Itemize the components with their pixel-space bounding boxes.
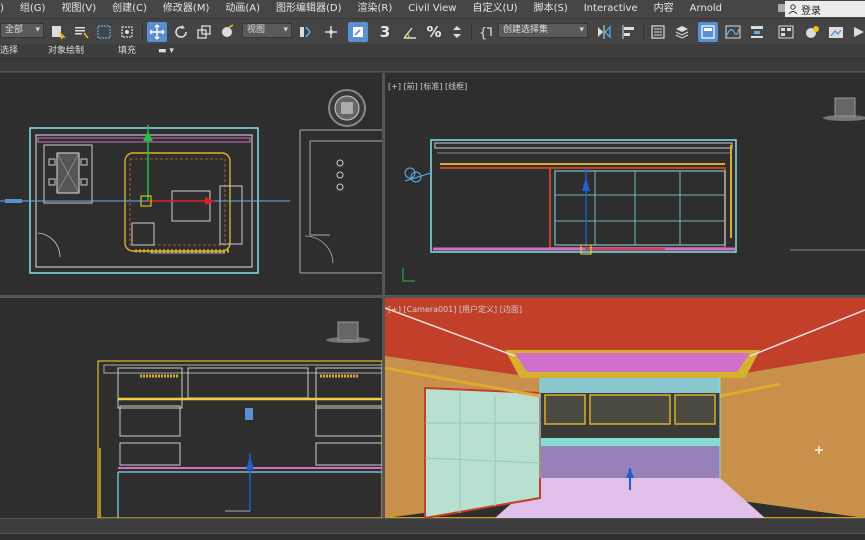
viewport-top[interactable] [0,73,382,295]
svg-text:{: { [479,26,487,40]
render-icon[interactable] [848,22,865,42]
ribbon-panel-strip [0,59,865,72]
curve-editor-icon[interactable] [723,22,743,42]
front-view-drawing [402,97,865,282]
top-view-drawing [0,89,382,274]
viewport-left[interactable] [0,298,382,518]
select-and-place-icon[interactable] [217,22,237,42]
angle-snap-icon[interactable] [400,22,420,42]
menu-scripting[interactable]: 脚本(S) [526,0,576,18]
select-object-icon[interactable] [48,22,68,42]
user-icon [788,4,798,14]
ribbon: 选择 对象绘制 填充 ▬ ▾ [0,44,865,59]
menu-views[interactable]: 视图(V) [53,0,104,18]
menu-fragment: ) [0,3,4,14]
snap-toggle-icon[interactable] [348,22,368,42]
left-view-drawing [97,321,382,518]
menu-animation[interactable]: 动画(A) [217,0,268,18]
edit-named-selection-icon[interactable]: { [476,22,496,42]
menu-modifiers[interactable]: 修改器(M) [155,0,217,18]
login-label: 登录 [801,5,821,17]
keyboard-shortcut-icon[interactable] [321,22,341,42]
select-by-name-icon[interactable] [71,22,91,42]
select-and-rotate-icon[interactable] [171,22,191,42]
spinner-snap-icon[interactable] [447,22,467,42]
menu-civil-view[interactable]: Civil View [400,0,464,18]
timeline-bar [0,518,865,540]
selection-filter-dropdown[interactable]: 全部 [0,23,44,38]
named-selection-dropdown[interactable]: 创建选择集 [498,23,588,38]
menu-group[interactable]: 组(G) [12,0,54,18]
window-crossing-icon[interactable] [117,22,137,42]
viewport-camera[interactable]: z [+] [Camera001] [用户定义] [边面] [385,298,865,518]
rect-selection-region-icon[interactable] [94,22,114,42]
snap-value[interactable]: 3 [375,22,395,42]
select-manipulate-icon[interactable] [296,22,316,42]
ribbon-tab-populate[interactable]: 填充 [118,45,136,58]
menu-rendering[interactable]: 渲染(R) [350,0,401,18]
align-icon[interactable] [619,22,639,42]
menu-customize[interactable]: 自定义(U) [464,0,525,18]
menu-bar: ) 组(G) 视图(V) 创建(C) 修改器(M) 动画(A) 图形编辑器(D)… [0,0,865,18]
viewport-front[interactable]: [+] [前] [标准] [线框] [385,73,865,295]
login-button[interactable]: 登录 [785,1,865,17]
render-frame-icon[interactable] [826,22,846,42]
ribbon-tab-selection[interactable]: 选择 [0,45,18,58]
viewport-divider-horizontal[interactable] [0,295,865,298]
percent-snap-icon[interactable]: % [424,22,444,42]
menu-interactive[interactable]: Interactive [576,0,646,18]
ribbon-options-icon[interactable]: ▬ ▾ [158,45,174,58]
svg-text:z: z [628,468,632,476]
time-slider-track[interactable] [0,533,865,540]
reference-coord-dropdown[interactable]: 视图 [242,23,292,38]
material-editor-icon[interactable] [776,22,796,42]
ribbon-tab-object-paint[interactable]: 对象绘制 [48,45,84,58]
render-setup-icon[interactable] [802,22,822,42]
select-and-scale-icon[interactable] [194,22,214,42]
viewport-front-label[interactable]: [+] [前] [标准] [线框] [388,81,467,92]
menu-content[interactable]: 内容 [646,0,682,18]
select-and-move-icon[interactable] [147,22,167,42]
camera-view-render: z [385,298,865,518]
toggle-ribbon-icon[interactable] [698,22,718,42]
schematic-view-icon[interactable] [747,22,767,42]
menu-arnold[interactable]: Arnold [682,0,730,18]
viewport-camera-label[interactable]: [+] [Camera001] [用户定义] [边面] [388,304,522,315]
menu-graph-editors[interactable]: 图形编辑器(D) [268,0,350,18]
main-toolbar: 全部 视图 3 % { 创建选择集 [0,18,865,44]
mirror-icon[interactable] [594,22,614,42]
scene-explorer-icon[interactable] [648,22,668,42]
menu-create[interactable]: 创建(C) [104,0,155,18]
layer-explorer-icon[interactable] [672,22,692,42]
